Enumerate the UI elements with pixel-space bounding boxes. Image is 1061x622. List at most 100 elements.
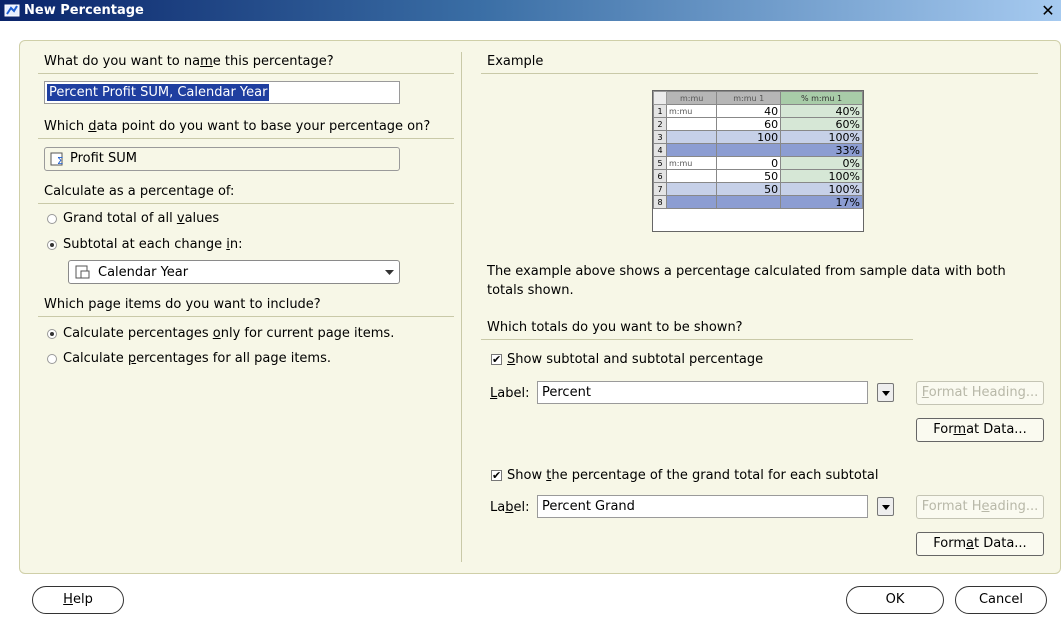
example-percent-cell: 100%: [780, 130, 863, 144]
example-cell: [716, 143, 782, 157]
item-icon: [75, 265, 90, 279]
example-row-number: 6: [653, 169, 667, 183]
example-description: The example above shows a percentage cal…: [487, 264, 1006, 298]
label1-dropdown-button[interactable]: [877, 383, 894, 402]
format-heading-2-button[interactable]: Format Heading...: [916, 495, 1044, 519]
format-data-2-button[interactable]: Format Data...: [916, 532, 1044, 556]
example-percent-cell: 100%: [780, 169, 863, 183]
example-row: 3 100 100%: [653, 130, 863, 144]
example-row: 8 17%: [653, 195, 863, 209]
example-row-number: 8: [653, 195, 667, 209]
example-percent-cell: 60%: [780, 117, 863, 131]
app-icon: [4, 4, 20, 17]
totals-question: Which totals do you want to be shown?: [487, 320, 743, 335]
datapoint-question: Which data point do you want to base you…: [44, 119, 431, 134]
change-select[interactable]: Calendar Year: [68, 260, 400, 284]
subtotal-check-label: Show subtotal and subtotal percentage: [507, 352, 764, 367]
example-row-number: 3: [653, 130, 667, 144]
cancel-button[interactable]: Cancel: [955, 586, 1047, 614]
label1-caption: Label:: [490, 386, 530, 401]
close-icon[interactable]: ✕: [1039, 1, 1057, 20]
label1-input[interactable]: Percent: [537, 381, 868, 404]
divider: [481, 73, 1038, 74]
example-row: 6 50 100%: [653, 169, 863, 183]
example-cell: 60: [716, 117, 782, 131]
format-data-1-button[interactable]: Format Data...: [916, 418, 1044, 442]
example-col-header: m:mu: [665, 91, 718, 105]
example-row-number: 2: [653, 117, 667, 131]
example-row: 2 60 60%: [653, 117, 863, 131]
example-table: m:mu m:mu 1 % m:mu 1 1 m:mu 40 40% 2 60 60% 3 10…: [652, 90, 864, 232]
page-items-question: Which page items do you want to include?: [44, 297, 321, 312]
example-header-row: m:mu m:mu 1 % m:mu 1: [653, 91, 863, 105]
example-row-number: 7: [653, 182, 667, 196]
current-page-radio[interactable]: [47, 329, 57, 339]
name-input-value: Percent Profit SUM, Calendar Year: [47, 84, 270, 101]
calc-question: Calculate as a percentage of:: [44, 184, 235, 199]
current-page-label: Calculate percentages only for current p…: [63, 326, 395, 341]
example-cell: m:mu: [665, 104, 718, 118]
title-bar: New Percentage ✕: [0, 0, 1061, 21]
example-col-header: m:mu 1: [716, 91, 782, 105]
example-cell: m:mu: [665, 156, 718, 170]
example-cell: 100: [716, 130, 782, 144]
divider: [481, 339, 913, 340]
example-percent-cell: 40%: [780, 104, 863, 118]
datapoint-field: Σ Profit SUM: [44, 147, 400, 171]
example-percent-cell: 0%: [780, 156, 863, 170]
grand-total-checkbox[interactable]: ✔: [491, 470, 502, 481]
example-cell: [665, 169, 718, 183]
subtotal-radio[interactable]: [47, 240, 57, 250]
label2-dropdown-button[interactable]: [877, 497, 894, 516]
example-row: 7 50 100%: [653, 182, 863, 196]
divider: [38, 203, 454, 204]
change-select-value: Calendar Year: [98, 265, 189, 280]
example-row-number: 4: [653, 143, 667, 157]
vertical-divider: [461, 52, 462, 562]
window-title: New Percentage: [24, 3, 144, 18]
grand-total-label: Grand total of all values: [63, 211, 220, 226]
grand-check-label: Show the percentage of the grand total f…: [507, 468, 879, 483]
example-cell: [665, 117, 718, 131]
svg-text:Σ: Σ: [57, 156, 63, 166]
example-cell: [665, 143, 718, 157]
grand-total-radio[interactable]: [47, 214, 57, 224]
example-percent-cell: 33%: [780, 143, 863, 157]
example-cell: [665, 130, 718, 144]
divider: [38, 138, 454, 139]
example-percent-cell: 17%: [780, 195, 863, 209]
label1-value: Percent: [542, 385, 591, 400]
example-cell: [665, 195, 718, 209]
example-col-header: % m:mu 1: [780, 91, 863, 105]
example-cell: 0: [716, 156, 782, 170]
all-pages-radio[interactable]: [47, 354, 57, 364]
example-row: 5 m:mu 0 0%: [653, 156, 863, 170]
datapoint-icon: Σ: [50, 152, 63, 166]
example-cell: 50: [716, 182, 782, 196]
chevron-down-icon: [385, 270, 394, 275]
name-input[interactable]: Percent Profit SUM, Calendar Year: [44, 81, 400, 104]
example-row: 4 33%: [653, 143, 863, 157]
divider: [38, 316, 454, 317]
example-cell: 50: [716, 169, 782, 183]
example-row: 1 m:mu 40 40%: [653, 104, 863, 118]
format-heading-1-button[interactable]: Format Heading...: [916, 381, 1044, 405]
example-heading: Example: [487, 54, 544, 69]
label2-value: Percent Grand: [542, 499, 635, 514]
label2-input[interactable]: Percent Grand: [537, 495, 868, 518]
help-button[interactable]: Help: [32, 586, 124, 614]
example-cell: [665, 182, 718, 196]
example-percent-cell: 100%: [780, 182, 863, 196]
example-cell: 40: [716, 104, 782, 118]
name-question: What do you want to name this percentage…: [44, 54, 334, 69]
divider: [38, 73, 454, 74]
example-row-number: 5: [653, 156, 667, 170]
example-cell: [716, 195, 782, 209]
ok-button[interactable]: OK: [846, 586, 944, 614]
example-row-number: 1: [653, 104, 667, 118]
label2-caption: Label:: [490, 500, 530, 515]
subtotal-checkbox[interactable]: ✔: [491, 354, 502, 365]
subtotal-label: Subtotal at each change in:: [63, 237, 243, 252]
all-pages-label: Calculate percentages for all page items…: [63, 351, 331, 366]
datapoint-value: Profit SUM: [70, 151, 138, 166]
